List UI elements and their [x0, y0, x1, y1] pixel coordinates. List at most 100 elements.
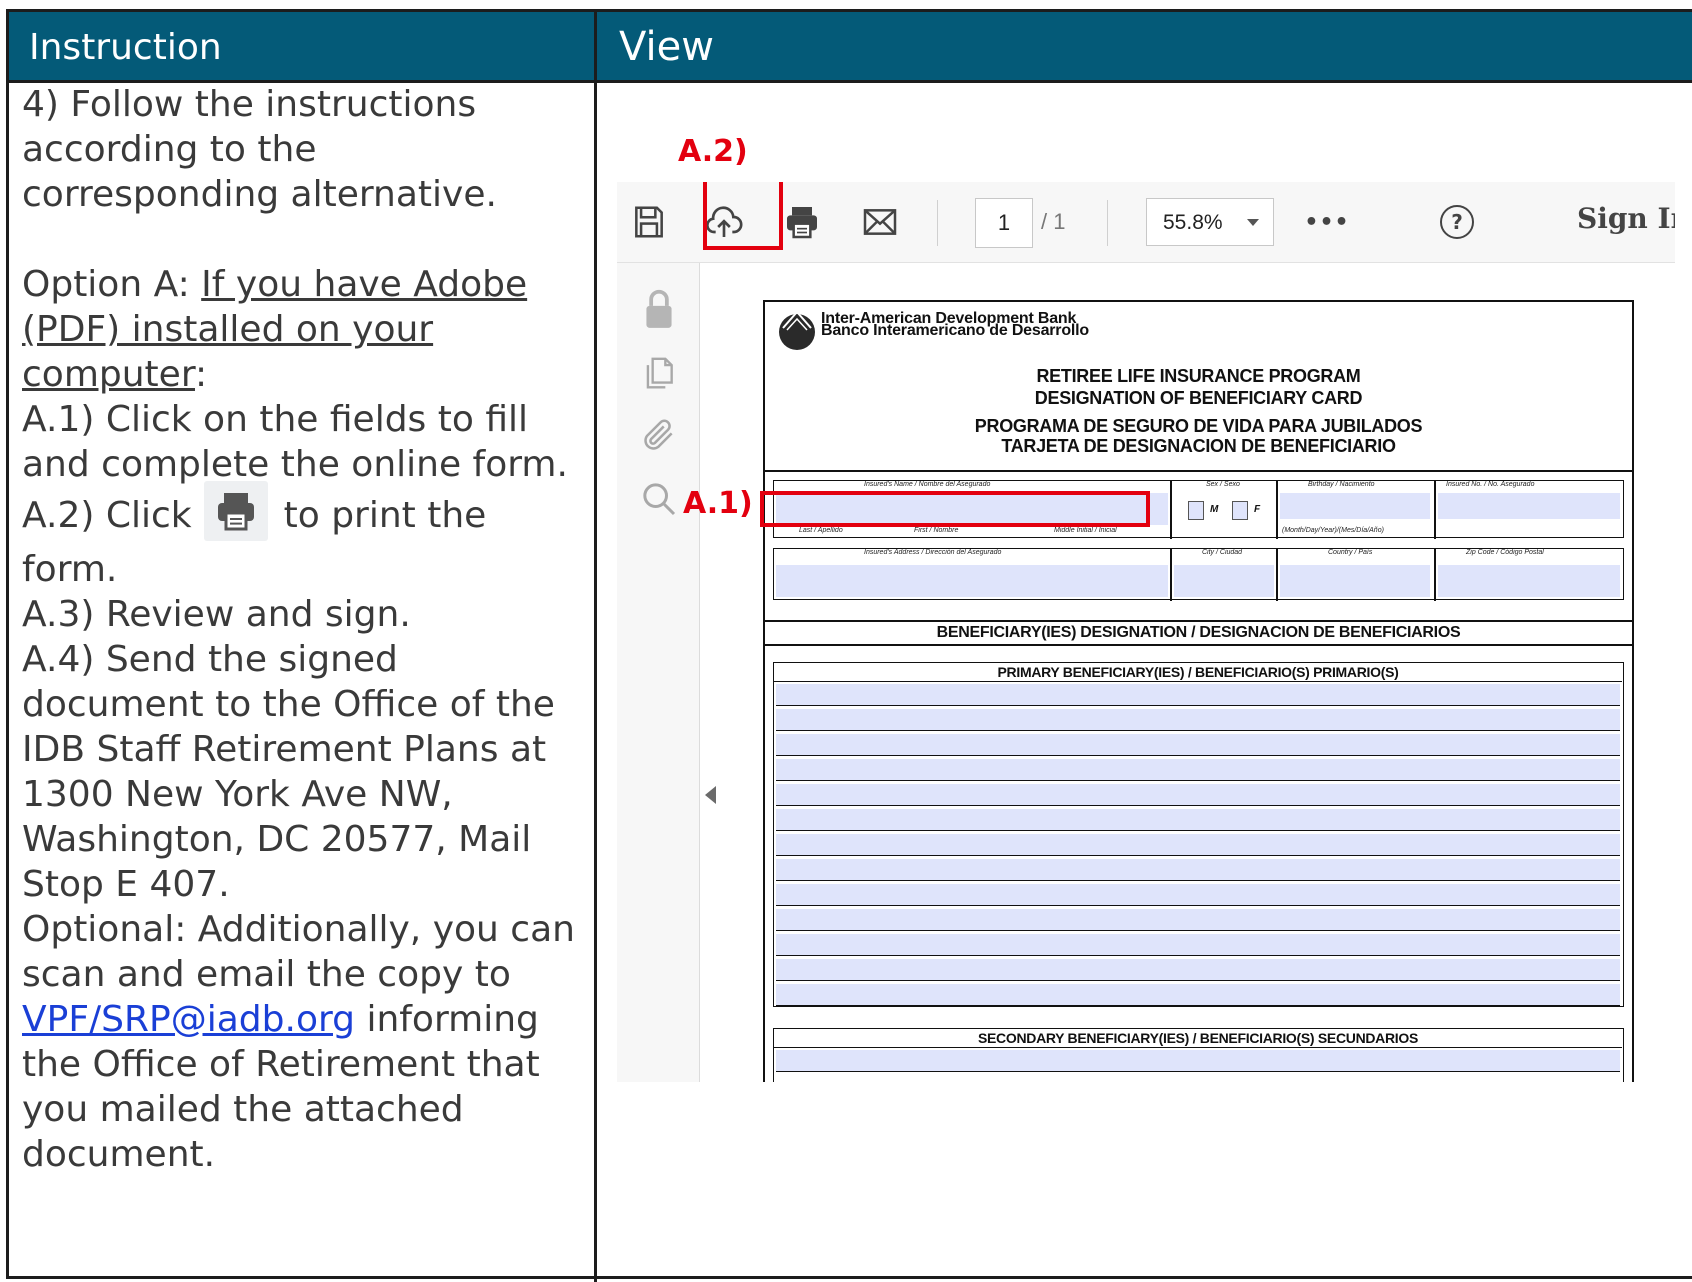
- callout-a1-label: A.1): [683, 486, 753, 521]
- form-header: Inter-American Development Bank Banco In…: [765, 302, 1632, 472]
- birthday-field[interactable]: [1280, 493, 1430, 519]
- a2-pre: Click: [94, 495, 192, 536]
- optional-pre: Optional: Additionally, you can scan and…: [22, 909, 575, 995]
- label-zip: Zip Code / Código Postal: [1466, 549, 1544, 556]
- page-number-input[interactable]: 1: [975, 198, 1033, 248]
- label-f: F: [1254, 504, 1261, 515]
- callout-a2-label: A.2): [678, 134, 748, 169]
- callout-print-highlight: [703, 182, 783, 250]
- pdf-viewer: 1 / 1 55.8% ••• ? Sign In Inter-American…: [617, 182, 1675, 1082]
- more-options-icon[interactable]: •••: [1304, 200, 1349, 244]
- column-divider: [594, 12, 597, 1282]
- toolbar-separator: [1107, 200, 1108, 246]
- beneficiary-row-field[interactable]: [776, 984, 1620, 1006]
- option-a: Option A: If you have Adobe (PDF) instal…: [22, 262, 582, 397]
- beneficiary-row-field[interactable]: [776, 1050, 1620, 1072]
- label-first: First / Nombre: [914, 527, 959, 534]
- beneficiary-row-field[interactable]: [776, 809, 1620, 831]
- zoom-select[interactable]: 55.8%: [1146, 198, 1274, 246]
- help-icon[interactable]: ?: [1435, 200, 1479, 244]
- beneficiary-row-field[interactable]: [776, 859, 1620, 881]
- chevron-down-icon: [1247, 219, 1259, 226]
- beneficiary-row-field[interactable]: [776, 959, 1620, 981]
- beneficiary-row-field[interactable]: [776, 684, 1620, 706]
- city-field[interactable]: [1174, 565, 1274, 597]
- beneficiary-row-field[interactable]: [776, 934, 1620, 956]
- secondary-beneficiary-title: SECONDARY BENEFICIARY(IES) / BENEFICIARI…: [774, 1029, 1622, 1048]
- idb-logo-icon: [779, 310, 815, 350]
- instruction-text: 4) Follow the instructions according to …: [22, 82, 582, 1177]
- search-icon[interactable]: [637, 477, 681, 521]
- label-insured-no: Insured No. / No. Asegurado: [1446, 481, 1535, 488]
- insured-address-section: Insured's Address / Dirección del Asegur…: [773, 548, 1624, 601]
- header-instruction: Instruction: [9, 12, 594, 83]
- beneficiary-row-field[interactable]: [776, 909, 1620, 931]
- print-icon[interactable]: [780, 200, 824, 244]
- beneficiary-row-field[interactable]: [776, 759, 1620, 781]
- label-sex: Sex / Sexo: [1206, 481, 1240, 488]
- beneficiary-row-field[interactable]: [776, 834, 1620, 856]
- beneficiary-row-field[interactable]: [776, 884, 1620, 906]
- label-country: Country / País: [1328, 549, 1373, 556]
- email-link[interactable]: VPF/SRP@iadb.org: [22, 999, 355, 1040]
- a1-number: A.1): [22, 399, 95, 440]
- slide-top-edge: [0, 0, 1692, 8]
- envelope-icon[interactable]: [858, 200, 902, 244]
- label-address: Insured's Address / Dirección del Asegur…: [864, 549, 1002, 556]
- cell-border: [1434, 481, 1436, 539]
- paperclip-icon[interactable]: [637, 413, 681, 457]
- optional-note: Optional: Additionally, you can scan and…: [22, 907, 582, 1177]
- a2-number: A.2): [22, 495, 95, 536]
- form-title-2: DESIGNATION OF BENEFICIARY CARD: [1034, 388, 1363, 408]
- sex-m-checkbox[interactable]: [1188, 501, 1204, 520]
- a4-number: A.4): [22, 639, 95, 680]
- collapse-sidebar-icon[interactable]: [705, 786, 716, 804]
- primary-beneficiary-section: PRIMARY BENEFICIARY(IES) / BENEFICIARIO(…: [773, 662, 1624, 1007]
- option-colon: :: [177, 264, 202, 305]
- step-a2: A.2) Click to print the form.: [22, 481, 582, 592]
- country-field[interactable]: [1280, 565, 1430, 597]
- beneficiary-row-field[interactable]: [776, 734, 1620, 756]
- beneficiary-designation-title: BENEFICIARY(IES) DESIGNATION / DESIGNACI…: [936, 624, 1461, 641]
- toolbar-separator: [937, 200, 938, 246]
- label-middle: Middle Initial / Inicial: [1054, 527, 1117, 534]
- help-glyph: ?: [1440, 205, 1474, 239]
- a1-text: Click on the fields to fill and complete…: [22, 399, 568, 485]
- cell-border: [1276, 549, 1278, 601]
- label-last: Last / Apellido: [799, 527, 843, 534]
- address-field[interactable]: [776, 565, 1168, 597]
- beneficiary-row-field[interactable]: [776, 784, 1620, 806]
- zip-field[interactable]: [1438, 565, 1620, 597]
- option-end: :: [195, 354, 208, 395]
- cell-border: [1170, 549, 1172, 601]
- label-insured-name: Insured's Name / Nombre del Asegurado: [864, 481, 991, 488]
- zoom-value: 55.8%: [1163, 211, 1223, 234]
- header-view: View: [597, 12, 1692, 83]
- a3-text: Review and sign.: [94, 594, 411, 635]
- label-date-format: (Month/Day/Year)/(Mes/Día/Año): [1282, 527, 1384, 534]
- step-title-text: 4) Follow the instructions according to …: [22, 84, 497, 215]
- sex-f-checkbox[interactable]: [1232, 501, 1248, 520]
- viewer-sidebar: [617, 263, 700, 1082]
- section-divider: [765, 644, 1632, 646]
- label-birthday: Birthday / Nacimiento: [1308, 481, 1375, 488]
- pages-icon[interactable]: [637, 351, 681, 395]
- beneficiary-row-field[interactable]: [776, 709, 1620, 731]
- label-city: City / Ciudad: [1202, 549, 1243, 556]
- a3-number: A.3): [22, 594, 95, 635]
- lock-icon[interactable]: [637, 287, 681, 331]
- callout-field-highlight: [760, 491, 1150, 527]
- label-m: M: [1210, 504, 1219, 515]
- primary-beneficiary-title: PRIMARY BENEFICIARY(IES) / BENEFICIARIO(…: [774, 663, 1622, 682]
- org-name-es: Banco Interamericano de Desarrollo: [821, 322, 1089, 339]
- a4-text: Send the signed document to the Office o…: [22, 639, 555, 905]
- print-icon: [203, 481, 268, 541]
- save-icon[interactable]: [627, 200, 671, 244]
- section-divider: [765, 620, 1632, 622]
- sign-in-button[interactable]: Sign In: [1577, 202, 1675, 235]
- step-a3: A.3) Review and sign.: [22, 592, 582, 637]
- cell-border: [1170, 481, 1172, 539]
- step-a1: A.1) Click on the fields to fill and com…: [22, 397, 582, 487]
- cell-border: [1434, 549, 1436, 601]
- insured-no-field[interactable]: [1438, 493, 1620, 519]
